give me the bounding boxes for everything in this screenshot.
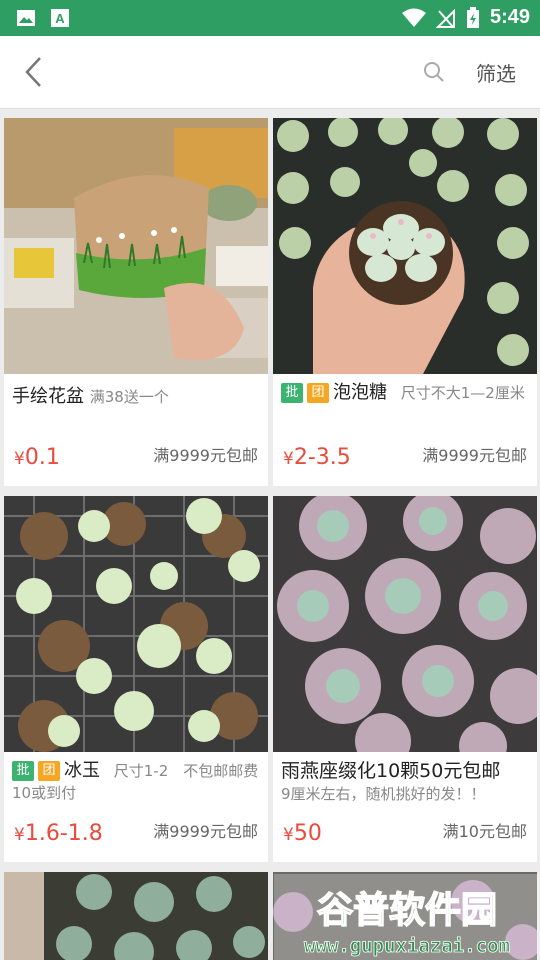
shipping-info: 满9999元包邮 — [422, 446, 527, 465]
watermark-text: 谷普软件园 — [317, 890, 497, 931]
no-signal-icon — [435, 8, 455, 28]
product-card[interactable]: 批团冰玉 尺寸1-2 不包邮邮费10或到付 ¥1.6-1.8 满9999元包邮 — [4, 496, 268, 862]
product-price: ¥2-3.5 — [283, 445, 351, 470]
product-price: ¥0.1 — [14, 445, 60, 470]
font-icon: A — [51, 9, 69, 27]
product-card[interactable]: 手绘花盆 满38送一个 ¥0.1 满9999元包邮 — [4, 118, 268, 486]
currency-symbol: ¥ — [14, 825, 25, 845]
product-photo — [4, 872, 268, 960]
product-card[interactable]: 批团泡泡糖 尺寸不大1—2厘米 ¥2-3.5 满9999元包邮 — [273, 118, 537, 486]
back-icon[interactable] — [18, 54, 54, 90]
product-title-line: 批团冰玉 尺寸1-2 不包邮邮费10或到付 — [12, 760, 260, 804]
svg-text:A: A — [55, 11, 65, 26]
watermark-logo: 谷普软件园 www.gupuxiazai.com — [274, 874, 540, 960]
product-price: ¥50 — [283, 821, 322, 846]
product-desc: 满38送一个 — [89, 388, 169, 406]
product-title-line: 雨燕座缀化10颗50元包邮 9厘米左右，随机挑好的发！！ — [281, 760, 529, 805]
top-bar: 筛选 — [0, 36, 540, 109]
product-price: ¥1.6-1.8 — [14, 821, 103, 846]
product-photo — [273, 496, 537, 752]
product-title: 雨燕座缀化10颗50元包邮 — [281, 760, 501, 782]
currency-symbol: ¥ — [283, 449, 294, 469]
wholesale-badge: 批 — [12, 761, 34, 781]
watermark-url: www.gupuxiazai.com — [304, 935, 510, 957]
currency-symbol: ¥ — [14, 449, 25, 469]
filter-button[interactable]: 筛选 — [476, 58, 516, 87]
image-icon — [17, 10, 35, 26]
price-value: 0.1 — [24, 445, 60, 470]
status-bar: A 5:49 — [0, 0, 540, 36]
clock: 5:49 — [489, 6, 530, 28]
shipping-info: 满9999元包邮 — [153, 822, 258, 841]
product-photo — [273, 118, 537, 374]
price-value: 2-3.5 — [293, 445, 351, 470]
product-card[interactable] — [4, 872, 268, 960]
price-value: 1.6-1.8 — [24, 821, 103, 846]
wholesale-badge: 批 — [281, 383, 303, 403]
battery-charging-icon — [466, 6, 479, 28]
product-title: 手绘花盆 — [12, 386, 84, 407]
search-icon[interactable] — [422, 60, 446, 84]
product-photo — [4, 118, 268, 374]
group-badge: 团 — [38, 761, 60, 781]
product-photo — [4, 496, 268, 752]
product-desc: 尺寸不大1—2厘米 — [400, 384, 525, 402]
price-value: 50 — [293, 821, 322, 846]
shipping-info: 满9999元包邮 — [153, 446, 258, 465]
currency-symbol: ¥ — [283, 825, 294, 845]
product-card[interactable]: 雨燕座缀化10颗50元包邮 9厘米左右，随机挑好的发！！ ¥50 满10元包邮 — [273, 496, 537, 862]
shipping-info: 满10元包邮 — [442, 822, 527, 841]
product-title-line: 手绘花盆 满38送一个 — [12, 386, 260, 408]
group-badge: 团 — [307, 383, 329, 403]
wifi-icon — [401, 8, 426, 27]
product-desc: 9厘米左右，随机挑好的发！！ — [281, 785, 486, 803]
product-title: 冰玉 — [64, 760, 100, 781]
product-title: 泡泡糖 — [333, 382, 387, 403]
product-title-line: 批团泡泡糖 尺寸不大1—2厘米 — [281, 382, 529, 404]
